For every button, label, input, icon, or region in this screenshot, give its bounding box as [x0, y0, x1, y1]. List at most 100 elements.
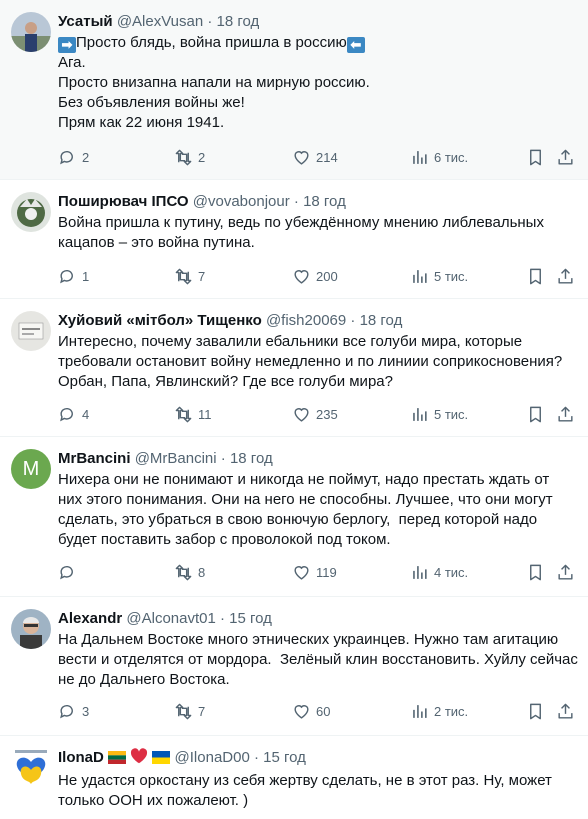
bookmark-icon: [530, 406, 541, 422]
bookmark-button[interactable]: [526, 562, 545, 582]
tweet-text: ➡ Просто блядь, война пришла в россию ⬅ Аг…: [58, 33, 576, 133]
reply-button[interactable]: 1: [58, 266, 89, 286]
timestamp[interactable]: 18 год: [230, 450, 273, 467]
like-button[interactable]: 60: [292, 701, 330, 721]
bookmark-button[interactable]: [526, 701, 545, 721]
user-handle[interactable]: @MrBancini: [135, 450, 217, 467]
repost-button[interactable]: 7: [174, 701, 205, 721]
reply-count: 3: [82, 703, 90, 719]
tweet-text: Война пришла к путину, ведь по убеждённо…: [58, 213, 576, 253]
display-name[interactable]: MrBancini: [58, 450, 131, 467]
display-name[interactable]: Поширювач ІПСО: [58, 193, 189, 210]
avatar[interactable]: [11, 748, 51, 788]
timestamp[interactable]: 15 год: [229, 610, 272, 627]
like-icon: [294, 565, 309, 580]
like-icon: [294, 150, 309, 165]
display-name[interactable]: Alexandr: [58, 610, 122, 627]
repost-icon: [175, 149, 192, 165]
bookmark-icon: [530, 268, 541, 284]
user-handle[interactable]: @IlonaD00: [175, 749, 250, 766]
bookmark-button[interactable]: [526, 147, 545, 167]
share-icon: [558, 406, 573, 422]
views-button[interactable]: 5 тис.: [410, 266, 468, 286]
reply-tweet[interactable]: Поширювач ІПСО @vovabonjour · 18 год Вой…: [0, 180, 588, 299]
text-line: них этого понимания. Они на него не спос…: [58, 491, 553, 508]
display-name[interactable]: IlonaD: [58, 749, 104, 766]
text-line: Война пришла к путину, ведь по убеждённо…: [58, 214, 544, 231]
text-line: Не удастся оркостану из себя жертву сдел…: [58, 772, 552, 789]
tweet-text: Интересно, почему завалили ебальники все…: [58, 332, 576, 392]
repost-count: 11: [198, 406, 212, 422]
text-line: не до Дальнего Востока.: [58, 671, 230, 688]
like-button[interactable]: 214: [292, 147, 338, 167]
views-button[interactable]: 2 тис.: [410, 701, 468, 721]
text-line: На Дальнем Востоке много этнических укра…: [58, 631, 559, 648]
repost-button[interactable]: 2: [174, 147, 205, 167]
reply-icon: [60, 150, 73, 164]
share-button[interactable]: [556, 266, 575, 286]
share-button[interactable]: [556, 701, 575, 721]
tweet-header: Поширювач ІПСО @vovabonjour · 18 год: [58, 192, 576, 212]
repost-button[interactable]: 8: [174, 562, 205, 582]
timestamp[interactable]: 15 год: [263, 749, 306, 766]
repost-button[interactable]: 11: [174, 404, 212, 424]
views-button[interactable]: 6 тис.: [410, 147, 468, 167]
reply-tweet[interactable]: Усатый @AlexVusan · 18 год ➡ Просто блядь…: [0, 0, 588, 180]
reply-tweet[interactable]: IlonaD @IlonaD00 · 15 год Не удастся орк…: [0, 736, 588, 819]
bookmark-icon: [530, 564, 541, 580]
timestamp[interactable]: 18 год: [303, 193, 346, 210]
share-icon: [558, 703, 573, 719]
avatar[interactable]: [11, 12, 51, 52]
timestamp[interactable]: 18 год: [360, 312, 403, 329]
like-count: 60: [316, 703, 331, 719]
views-button[interactable]: 5 тис.: [410, 404, 468, 424]
display-name[interactable]: Хуйовий «мітбол» Тищенко: [58, 312, 262, 329]
text-line: кацапов – это война путина.: [58, 234, 255, 251]
share-button[interactable]: [556, 404, 575, 424]
user-handle[interactable]: @Alconavt01: [126, 610, 215, 627]
avatar[interactable]: [11, 311, 51, 351]
reply-button[interactable]: [58, 562, 82, 582]
display-name[interactable]: Усатый: [58, 13, 113, 30]
text-line: Орбан, Папа, Явлинский? Где все голуби м…: [58, 373, 393, 390]
share-button[interactable]: [556, 562, 575, 582]
user-handle[interactable]: @fish20069: [266, 312, 346, 329]
share-button[interactable]: [556, 147, 575, 167]
repost-count: 2: [198, 149, 206, 165]
like-icon: [294, 407, 309, 422]
tweet-header: Усатый @AlexVusan · 18 год: [58, 12, 576, 32]
separator-dot: ·: [207, 13, 213, 30]
share-icon: [558, 149, 573, 165]
views-button[interactable]: 4 тис.: [410, 562, 468, 582]
reply-button[interactable]: 4: [58, 404, 89, 424]
text-line: Интересно, почему завалили ебальники все…: [58, 333, 523, 350]
reply-button[interactable]: 2: [58, 147, 89, 167]
reply-button[interactable]: 3: [58, 701, 89, 721]
avatar[interactable]: M: [11, 449, 51, 489]
user-handle[interactable]: @AlexVusan: [117, 13, 203, 30]
text-line: Без объявления войны же!: [58, 94, 245, 111]
avatar[interactable]: [11, 609, 51, 649]
bookmark-icon: [530, 149, 541, 165]
separator-dot: ·: [293, 193, 299, 210]
views-count: 5 тис.: [434, 268, 469, 284]
text-line: Прям как 22 июня 1941.: [58, 114, 225, 131]
like-button[interactable]: 119: [292, 562, 337, 582]
like-button[interactable]: 235: [292, 404, 338, 424]
user-handle[interactable]: @vovabonjour: [193, 193, 290, 210]
timestamp[interactable]: 18 год: [217, 13, 260, 30]
bookmark-button[interactable]: [526, 266, 545, 286]
reply-tweet[interactable]: Хуйовий «мітбол» Тищенко @fish20069 · 18…: [0, 299, 588, 437]
avatar[interactable]: [11, 192, 51, 232]
bookmark-button[interactable]: [526, 404, 545, 424]
reply-feed: Усатый @AlexVusan · 18 год ➡ Просто блядь…: [0, 0, 588, 819]
views-icon: [413, 704, 427, 718]
reply-tweet[interactable]: Alexandr @Alconavt01 · 15 год На Дальнем…: [0, 597, 588, 736]
text-line: будет поставить забор с проволокой под т…: [58, 531, 391, 548]
reply-icon: [60, 704, 73, 718]
repost-button[interactable]: 7: [174, 266, 205, 286]
tweet-text: Не удастся оркостану из себя жертву сдел…: [58, 771, 576, 811]
reply-tweet[interactable]: M MrBancini @MrBancini · 18 год Нихера о…: [0, 437, 588, 597]
repost-icon: [175, 564, 192, 580]
like-button[interactable]: 200: [292, 266, 338, 286]
